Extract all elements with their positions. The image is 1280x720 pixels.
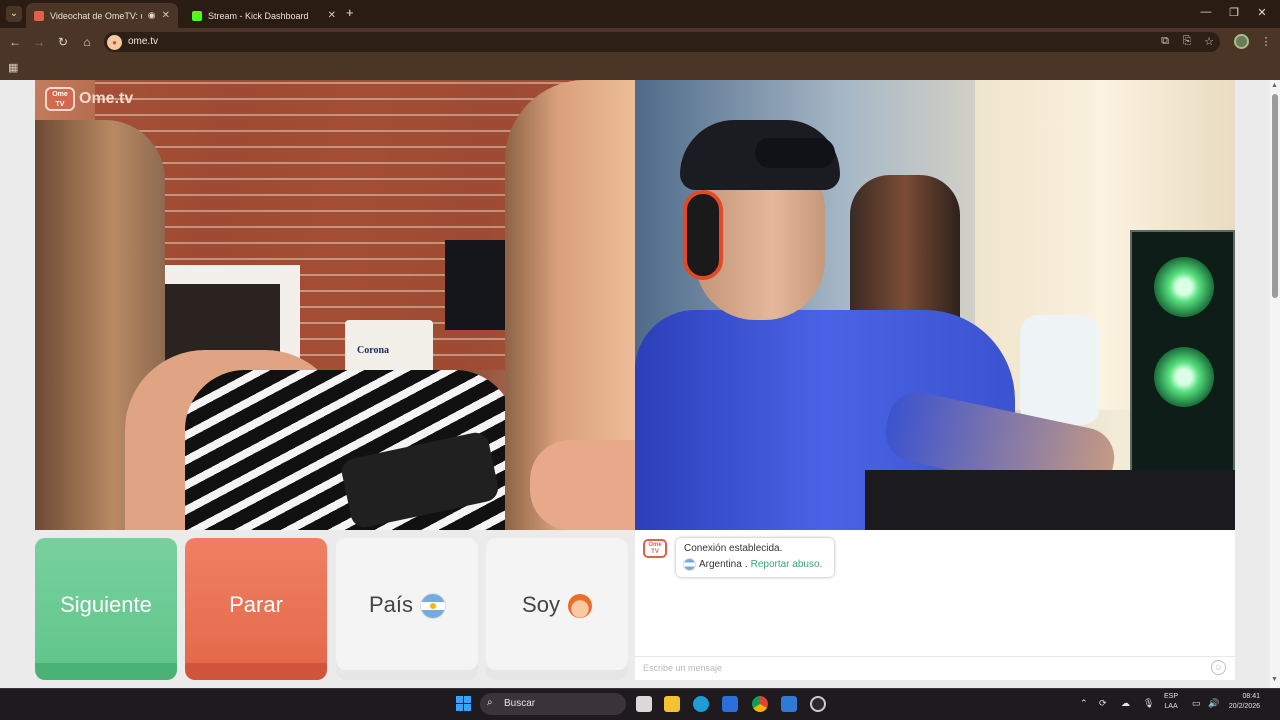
windows-start-icon[interactable] [456,696,471,711]
address-bar[interactable] [104,32,1220,52]
ometv-logo: Ome TV Ome.tv [45,87,133,111]
close-icon[interactable]: ✕ [1252,6,1272,19]
search-icon: ⌕ [487,697,493,708]
tray-sync-icon[interactable]: ⟳ [1099,698,1107,709]
microphone-icon[interactable]: 🎙 [1143,698,1154,709]
argentina-flag-icon [684,559,695,570]
pc-case [1130,230,1235,480]
stop-button[interactable]: Parar [185,538,327,680]
tray-cloud-icon[interactable]: ☁ [1121,698,1130,709]
obs-icon[interactable] [810,696,826,712]
stop-label: Parar [229,592,283,617]
edge-icon[interactable] [693,696,709,712]
connection-status: Conexión establecida. [684,543,783,554]
tab-kick[interactable]: Stream - Kick Dashboard ✕ [184,3,344,28]
separator: . [744,559,748,570]
tab-title: Videochat de OmeTV: uno [50,10,142,21]
ometv-chat-icon: Ome TV [643,539,667,558]
language-indicator[interactable]: ESP LAA [1164,692,1178,712]
close-tab-icon[interactable]: ✕ [328,10,336,21]
minimize-icon[interactable]: — [1196,6,1216,18]
stranger-video: Corona [35,80,635,530]
kick-favicon-icon [192,10,202,21]
audio-icon: ◉ [147,10,156,20]
bookmarks-bar [0,56,1280,80]
next-label: Siguiente [60,592,152,617]
scroll-down-icon[interactable]: ▼ [1271,676,1278,683]
cooler-label: Corona [357,345,390,356]
emoji-icon[interactable]: ☺ [1211,660,1226,675]
scrollbar-thumb[interactable] [1272,94,1278,298]
search-label: Buscar [504,698,536,709]
task-view-icon[interactable] [636,696,652,712]
date: 20/2/2026 [1228,703,1260,710]
report-abuse-link[interactable]: Reportar abuso. [751,559,823,570]
cap-brim [755,138,835,168]
country-name: Argentina [699,559,742,570]
desk [865,470,1235,530]
message-input[interactable] [635,656,1235,680]
country-button[interactable]: País [336,538,478,680]
headset [683,190,723,280]
back-icon[interactable]: ← [7,35,23,49]
logo-text: Ome.tv [79,90,134,107]
taskbar-search[interactable] [480,693,626,715]
ometv-tv-icon: Ome TV [45,87,75,111]
network-icon[interactable]: ▭ [1192,698,1201,709]
chrome-icon[interactable] [752,696,768,712]
reload-icon[interactable]: ↻ [55,35,71,49]
self-video [635,80,1235,530]
tab-title: Stream - Kick Dashboard [208,10,309,21]
site-info-icon[interactable]: ● [107,35,122,50]
layout-code: LAA [1164,703,1178,710]
forward-icon[interactable]: → [31,35,47,49]
close-tab-icon[interactable]: ✕ [162,10,170,21]
time: 08:41 [1242,693,1260,700]
tab-ometv[interactable]: Videochat de OmeTV: uno ◉ ✕ [26,3,178,28]
gender-label: Soy [522,591,560,617]
clock[interactable]: 08:41 20/2/2026 [1224,692,1260,712]
file-explorer-icon[interactable] [664,696,680,712]
mail-icon[interactable] [722,696,738,712]
argentina-flag-icon [421,594,446,619]
rgb-fan [1154,347,1214,407]
apps-grid-icon[interactable]: ▦ [8,61,18,74]
boy-avatar-icon [567,594,592,619]
app-icon[interactable] [781,696,797,712]
restore-icon[interactable]: ❐ [1224,6,1244,19]
install-icon[interactable]: ⎘ [1179,35,1195,48]
system-message: Conexión establecida. Argentina . Report… [676,538,834,577]
star-icon[interactable]: ☆ [1201,35,1217,48]
next-button[interactable]: Siguiente [35,538,177,680]
new-tab-icon[interactable]: + [346,6,354,20]
menu-icon[interactable]: ⋮ [1258,35,1274,48]
hand [530,440,635,530]
profile-avatar[interactable] [1234,34,1249,49]
scroll-up-icon[interactable]: ▲ [1271,82,1278,89]
translate-icon[interactable]: ⧉ [1157,35,1173,48]
message-placeholder: Escribe un mensaje [643,663,723,673]
tray-chevron-icon[interactable]: ⌃ [1080,698,1088,709]
country-line: Argentina . Reportar abuso. [684,559,822,570]
kettle [1020,315,1100,425]
volume-icon[interactable]: 🔊 [1208,698,1219,709]
home-icon[interactable]: ⌂ [79,35,95,49]
url-text[interactable]: ome.tv [128,36,158,47]
language-code: ESP [1164,693,1179,700]
rgb-fan [1154,257,1214,317]
ometv-favicon-icon [34,10,44,21]
gender-button[interactable]: Soy [486,538,628,680]
country-label: País [368,591,414,617]
tab-search-icon[interactable]: ⌄ [6,6,22,22]
